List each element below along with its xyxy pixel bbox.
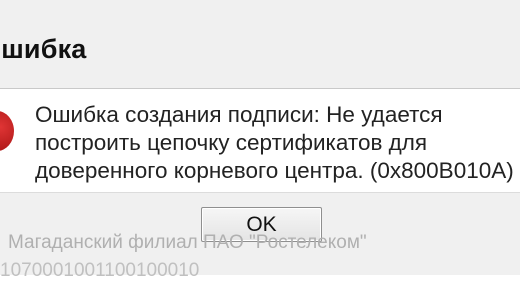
background-number-text: 1070001001100100010 [0,260,200,281]
dialog-titlebar: Ошибка [0,0,520,89]
error-dialog: Ошибка Ошибка создания подписи: Не удает… [0,0,520,281]
error-message: Ошибка создания подписи: Не удается пост… [35,102,514,183]
error-icon [0,111,14,151]
background-organization-text: Магаданский филиал ПАО "Ростелеком" [8,232,367,253]
dialog-title: Ошибка [0,34,87,64]
dialog-content: Ошибка создания подписи: Не удается пост… [0,89,520,192]
